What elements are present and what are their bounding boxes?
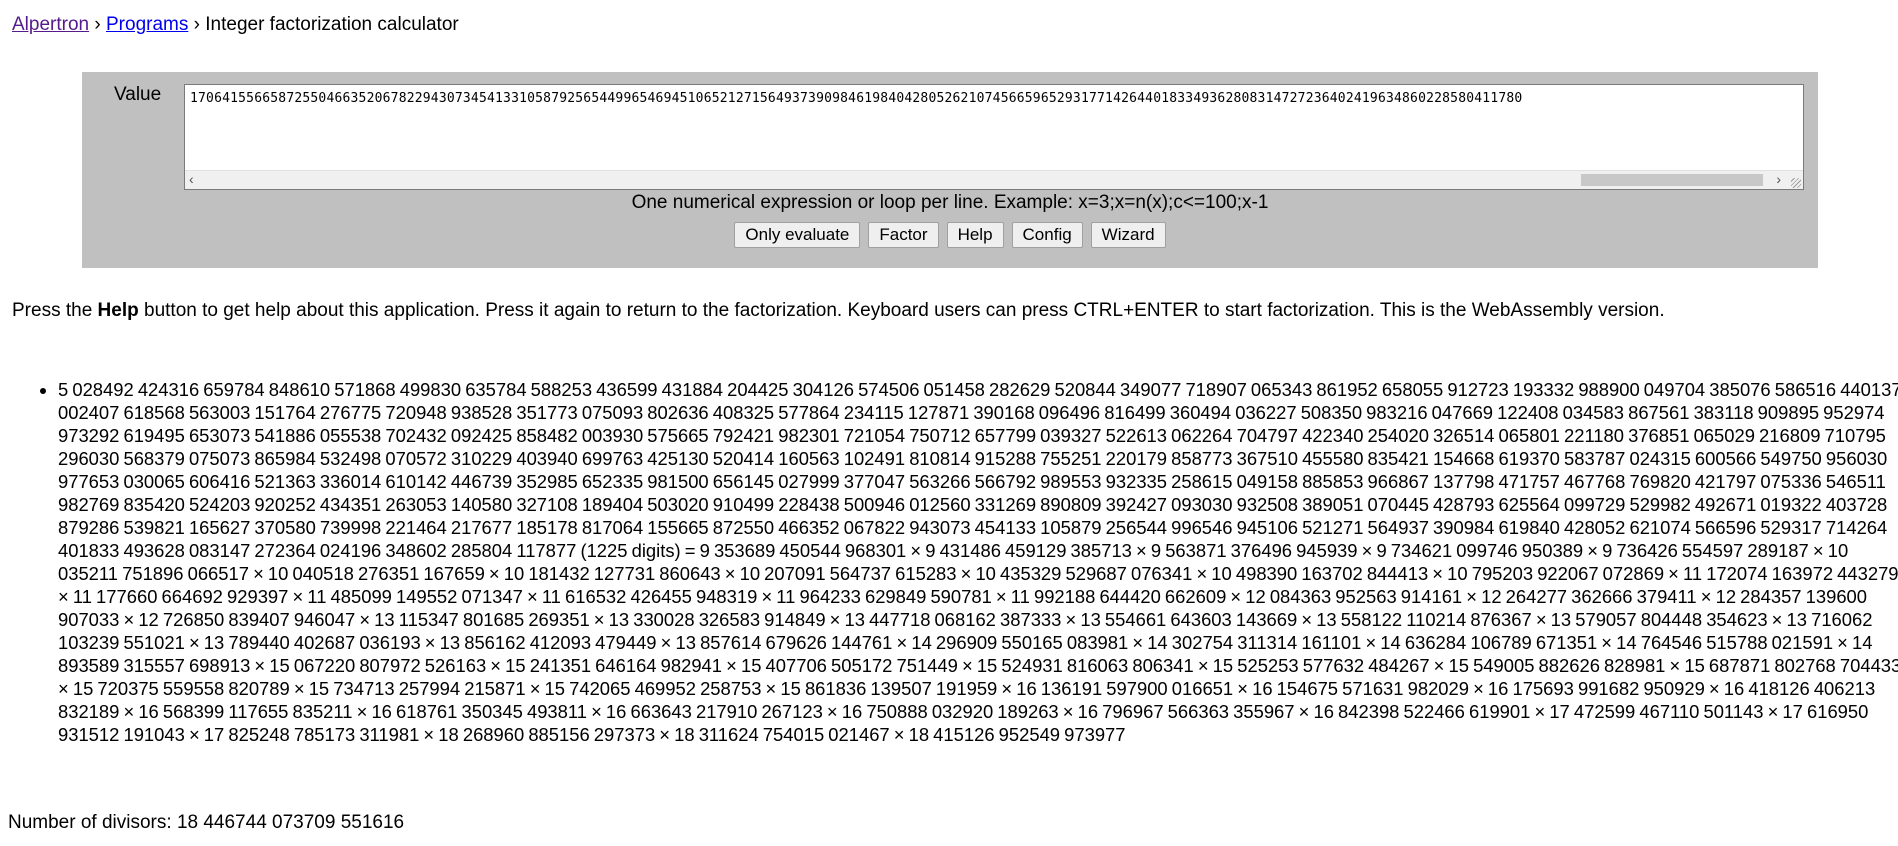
config-button[interactable]: Config bbox=[1011, 222, 1083, 248]
only-evaluate-button[interactable]: Only evaluate bbox=[734, 222, 861, 248]
factorization-result: 5 028492 424316 659784 848610 571868 499… bbox=[58, 378, 1898, 746]
help-text-suffix: button to get help about this applicatio… bbox=[138, 300, 1665, 321]
breadcrumb-current: Integer factorization calculator bbox=[205, 14, 459, 35]
value-label: Value bbox=[114, 84, 162, 105]
wizard-button[interactable]: Wizard bbox=[1090, 222, 1166, 248]
value-input[interactable]: 1706415566587255046635206782294307345413… bbox=[184, 84, 1804, 190]
horizontal-scrollbar[interactable]: ‹ › bbox=[185, 170, 1803, 189]
breadcrumb-separator: › bbox=[193, 14, 200, 35]
resize-grip-icon[interactable] bbox=[1791, 178, 1801, 188]
input-hint: One numerical expression or loop per lin… bbox=[631, 192, 1269, 213]
breadcrumb-separator: › bbox=[94, 14, 101, 35]
factorization-result-list: 5 028492 424316 659784 848610 571868 499… bbox=[38, 378, 1898, 746]
value-input-text: 1706415566587255046635206782294307345413… bbox=[190, 91, 1523, 106]
help-text-prefix: Press the bbox=[12, 300, 98, 321]
button-bar: Only evaluate Factor Help Config Wizard bbox=[82, 222, 1818, 248]
factor-button[interactable]: Factor bbox=[868, 222, 939, 248]
divisor-count: Number of divisors: 18 446744 073709 551… bbox=[8, 812, 405, 833]
help-button[interactable]: Help bbox=[946, 222, 1004, 248]
help-text: Press the Help button to get help about … bbox=[12, 300, 1665, 322]
breadcrumb-link-programs[interactable]: Programs bbox=[106, 14, 188, 35]
breadcrumb-link-alpertron[interactable]: Alpertron bbox=[12, 14, 89, 35]
scrollbar-thumb[interactable] bbox=[1581, 174, 1763, 186]
breadcrumb: Alpertron › Programs › Integer factoriza… bbox=[12, 14, 459, 36]
calculator-panel: Value 1706415566587255046635206782294307… bbox=[82, 72, 1818, 268]
scroll-left-arrow-icon[interactable]: ‹ bbox=[189, 171, 194, 187]
scroll-right-arrow-icon[interactable]: › bbox=[1776, 171, 1781, 187]
help-text-bold: Help bbox=[97, 300, 139, 321]
